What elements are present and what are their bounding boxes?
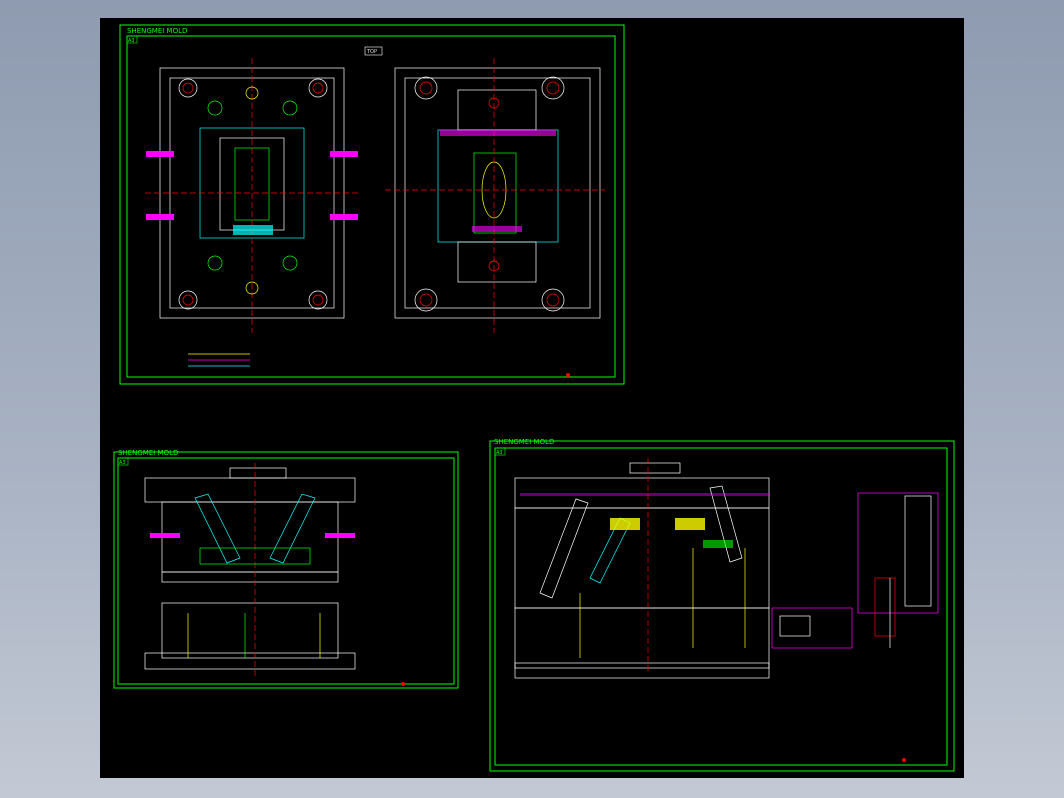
section-view-main bbox=[514, 458, 939, 679]
sheet-2: SHENGMEI MOLD A3 bbox=[113, 449, 459, 689]
sheet-3: SHENGMEI MOLD A3 bbox=[489, 438, 955, 772]
sheet-2-tag: A3 bbox=[119, 460, 126, 466]
plan-view-right bbox=[385, 58, 605, 333]
cad-drawing: SHENGMEI MOLD A3 TOP SHENGMEI MOLD A3 SH… bbox=[113, 24, 955, 772]
sheet-1: SHENGMEI MOLD A3 TOP bbox=[119, 24, 625, 385]
plan-view-left bbox=[145, 58, 360, 333]
sheet-3-title: SHENGMEI MOLD bbox=[494, 438, 554, 446]
top-view-badge: TOP bbox=[366, 49, 377, 55]
sheet-2-title: SHENGMEI MOLD bbox=[118, 449, 178, 457]
sheet-1-tag: A3 bbox=[128, 38, 135, 44]
section-view-left bbox=[144, 463, 356, 678]
cad-drawing-canvas[interactable]: SHENGMEI MOLD A3 TOP SHENGMEI MOLD A3 SH… bbox=[100, 18, 964, 778]
sheet-3-tag: A3 bbox=[496, 450, 503, 456]
sheet-1-title: SHENGMEI MOLD bbox=[127, 27, 187, 35]
